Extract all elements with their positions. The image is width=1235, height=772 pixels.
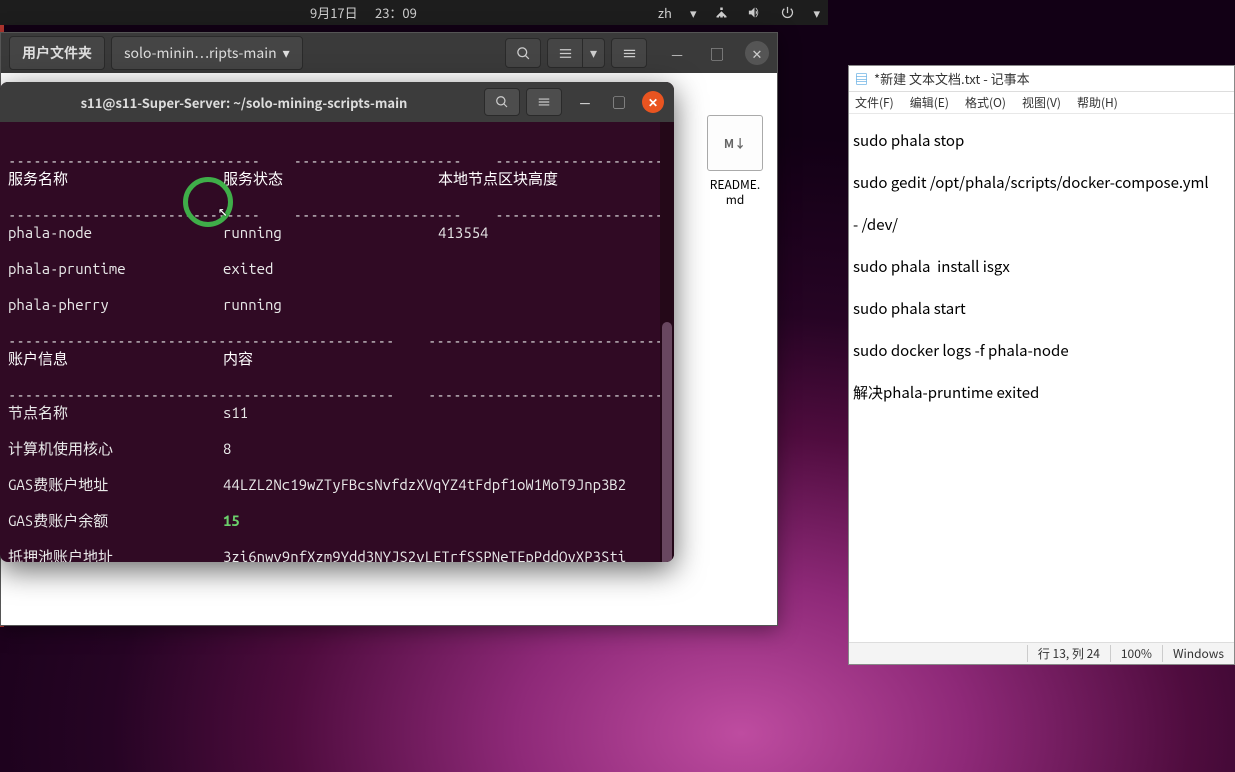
dash-line: ------------------------------ ---------… xyxy=(8,152,663,169)
terminal-window: s11@s11-Super-Server: ~/solo-mining-scri… xyxy=(0,82,674,562)
terminal-title: s11@s11-Super-Server: ~/solo-mining-scri… xyxy=(10,93,478,112)
acct-key: GAS费账户地址 xyxy=(8,476,223,494)
terminal-body[interactable]: ------------------------------ ---------… xyxy=(0,122,674,562)
topbar-indicators: zh ▾ ▾ xyxy=(658,3,820,22)
terminal-menu-button[interactable] xyxy=(526,88,562,116)
power-icon[interactable] xyxy=(780,5,795,20)
notepad-window: ▤ *新建 文本文档.txt - 记事本 文件(F) 编辑(E) 格式(O) 视… xyxy=(848,65,1235,665)
header-content: 内容 xyxy=(223,350,438,368)
header-block-height: 本地节点区块高度 xyxy=(438,170,666,188)
svc-status: running xyxy=(223,296,438,314)
window-controls: — ▢ ✕ xyxy=(665,41,769,65)
notepad-line: sudo gedit /opt/phala/scripts/docker-com… xyxy=(853,172,1209,193)
status-os: Windows xyxy=(1162,645,1234,662)
search-button[interactable] xyxy=(505,38,541,68)
notepad-content[interactable]: sudo phala stop sudo gedit /opt/phala/sc… xyxy=(849,114,1234,642)
dash-line: ------------------------------ ---------… xyxy=(8,206,663,223)
file-item-readme[interactable]: M↓ README.md xyxy=(695,115,775,207)
notepad-line: sudo phala start xyxy=(853,298,966,319)
terminal-titlebar[interactable]: s11@s11-Super-Server: ~/solo-mining-scri… xyxy=(0,82,674,122)
acct-val: 44LZL2Nc19wZTyFBcsNvfdzXVqYZ4tFdpf1oW1Mo… xyxy=(223,476,626,494)
acct-val: s11 xyxy=(223,404,248,422)
menu-format[interactable]: 格式(O) xyxy=(965,94,1006,111)
svc-height: 413554 xyxy=(438,224,666,242)
scrollbar-thumb[interactable] xyxy=(662,322,672,562)
notepad-menu: 文件(F) 编辑(E) 格式(O) 视图(V) 帮助(H) xyxy=(849,92,1234,114)
acct-val: 8 xyxy=(223,440,231,458)
breadcrumb-path[interactable]: solo-minin…ripts-main ▾ xyxy=(111,36,303,70)
acct-val: 3zi6nwv9nfXzm9Ydd3NYJS2vLETrfSSPNeTEpPdd… xyxy=(223,548,626,562)
list-icon xyxy=(558,46,573,61)
status-zoom: 100% xyxy=(1110,645,1162,662)
search-icon xyxy=(516,46,531,61)
close-button[interactable]: ✕ xyxy=(745,41,769,65)
notepad-line: sudo docker logs -f phala-node xyxy=(853,340,1069,361)
minimize-button[interactable]: — xyxy=(574,91,596,113)
chevron-down-icon[interactable]: ▾ xyxy=(813,3,820,22)
search-icon xyxy=(495,95,509,109)
menu-file[interactable]: 文件(F) xyxy=(855,94,894,111)
chevron-down-icon: ▾ xyxy=(283,43,290,63)
acct-val-balance: 15 xyxy=(223,512,240,530)
breadcrumb-path-label: solo-minin…ripts-main xyxy=(124,43,277,63)
terminal-scrollbar[interactable] xyxy=(660,122,674,562)
notepad-line: 解决phala-pruntime exited xyxy=(853,382,1039,403)
notepad-line: sudo phala install isgx xyxy=(853,256,1010,277)
file-manager-titlebar[interactable]: 用户文件夹 solo-minin…ripts-main ▾ ▾ — ▢ ✕ xyxy=(1,33,777,73)
terminal-search-button[interactable] xyxy=(484,88,520,116)
menu-view[interactable]: 视图(V) xyxy=(1022,94,1061,111)
input-method-indicator[interactable]: zh xyxy=(658,3,672,22)
svc-name: phala-pherry xyxy=(8,296,223,314)
notepad-statusbar: 行 13, 列 24 100% Windows xyxy=(849,642,1234,664)
svc-height xyxy=(438,296,666,314)
svc-name: phala-node xyxy=(8,224,223,242)
acct-key: 计算机使用核心 xyxy=(8,440,223,458)
breadcrumb-root[interactable]: 用户文件夹 xyxy=(9,36,105,70)
acct-key: 节点名称 xyxy=(8,404,223,422)
status-position: 行 13, 列 24 xyxy=(1027,645,1110,662)
header-service-name: 服务名称 xyxy=(8,170,223,188)
hamburger-icon xyxy=(622,46,637,61)
dash-line: ----------------------------------------… xyxy=(8,386,674,403)
maximize-button[interactable]: ▢ xyxy=(608,91,630,113)
acct-key: 抵押池账户地址 xyxy=(8,548,223,562)
acct-key: GAS费账户余额 xyxy=(8,512,223,530)
maximize-button[interactable]: ▢ xyxy=(705,41,729,65)
svc-status: running xyxy=(223,224,438,242)
notepad-line: - /dev/ xyxy=(853,214,898,235)
notepad-title: *新建 文本文档.txt - 记事本 xyxy=(874,69,1030,88)
minimize-button[interactable]: — xyxy=(665,41,689,65)
file-label: README.md xyxy=(710,177,760,207)
notepad-line: sudo phala stop xyxy=(853,130,964,151)
dash-line: ----------------------------------------… xyxy=(8,332,674,349)
header-account: 账户信息 xyxy=(8,350,223,368)
close-button[interactable]: ✕ xyxy=(642,91,664,113)
ubuntu-topbar: 9月17日 23：09 zh ▾ ▾ xyxy=(0,0,828,25)
svc-status: exited xyxy=(223,260,438,278)
header-service-status: 服务状态 xyxy=(223,170,438,188)
menu-edit[interactable]: 编辑(E) xyxy=(910,94,949,111)
topbar-time[interactable]: 23：09 xyxy=(375,3,417,22)
view-dropdown-button[interactable]: ▾ xyxy=(583,38,605,68)
hamburger-button[interactable] xyxy=(611,38,647,68)
markdown-file-icon: M↓ xyxy=(707,115,763,171)
notepad-titlebar[interactable]: ▤ *新建 文本文档.txt - 记事本 xyxy=(849,66,1234,92)
menu-help[interactable]: 帮助(H) xyxy=(1077,94,1118,111)
svc-height xyxy=(438,260,666,278)
notepad-icon: ▤ xyxy=(855,69,868,88)
terminal-window-controls: — ▢ ✕ xyxy=(574,91,664,113)
view-list-button[interactable] xyxy=(547,38,583,68)
network-icon[interactable] xyxy=(714,5,729,20)
hamburger-icon xyxy=(537,95,551,109)
chevron-down-icon[interactable]: ▾ xyxy=(690,3,697,22)
svc-name: phala-pruntime xyxy=(8,260,223,278)
topbar-date[interactable]: 9月17日 xyxy=(310,3,358,22)
volume-icon[interactable] xyxy=(747,5,762,20)
